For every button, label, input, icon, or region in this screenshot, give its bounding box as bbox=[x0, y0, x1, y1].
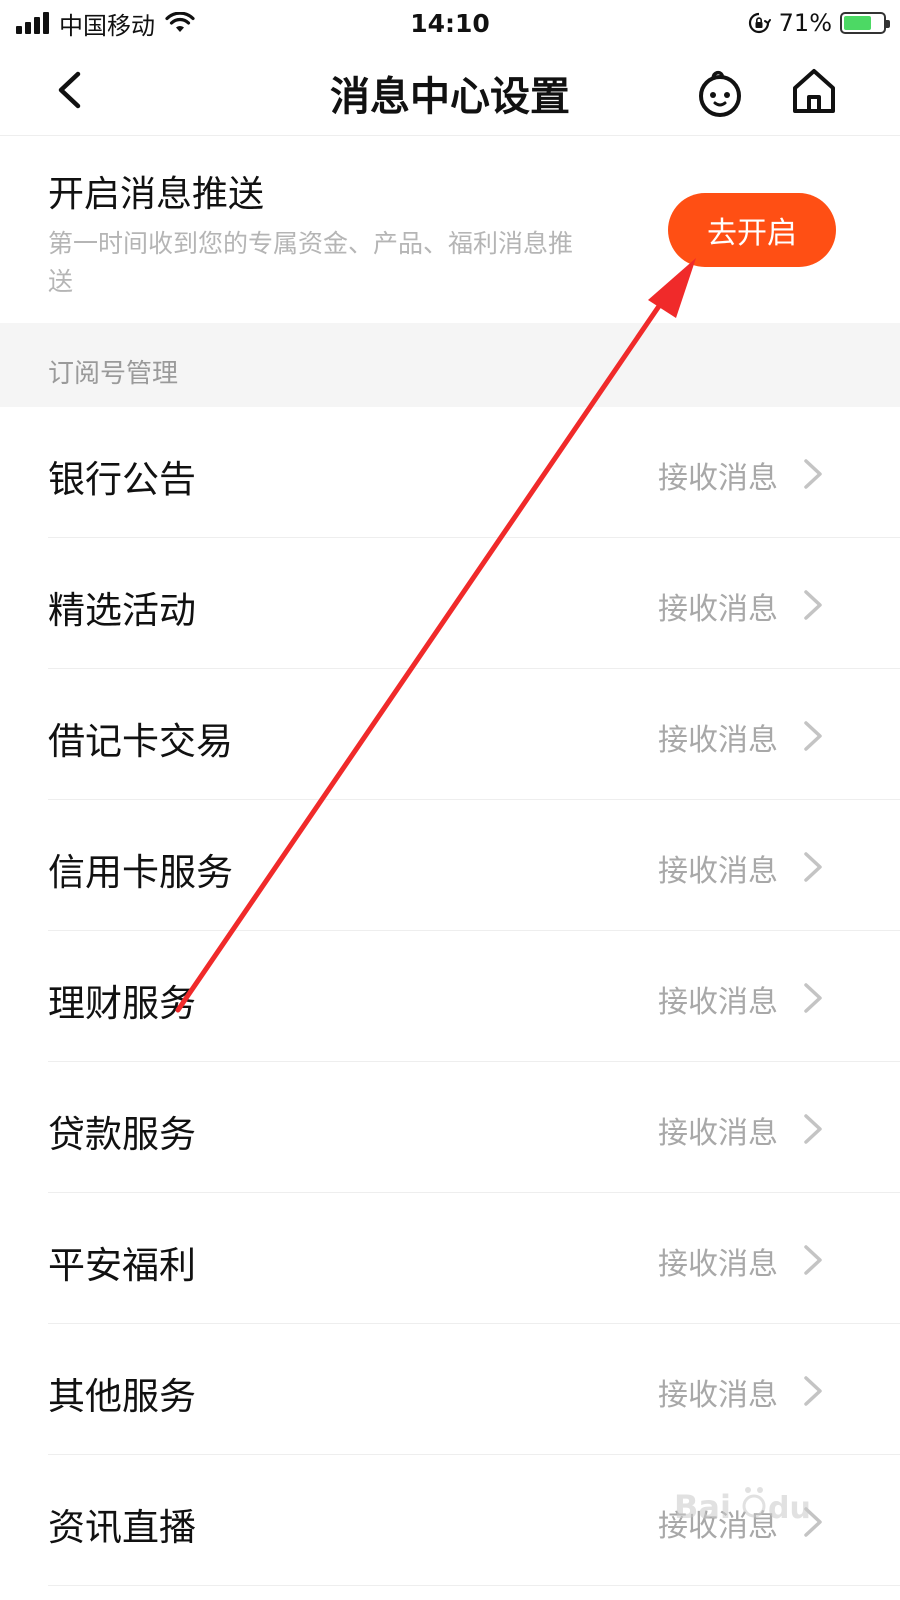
subscription-item-status: 接收消息 bbox=[658, 854, 778, 889]
subscription-item-status: 接收消息 bbox=[658, 1247, 778, 1282]
subscription-item[interactable]: 借记卡交易 接收消息 bbox=[0, 669, 900, 800]
battery-icon bbox=[840, 12, 890, 34]
subscription-item-name: 贷款服务 bbox=[48, 1113, 196, 1156]
subscription-item-status: 接收消息 bbox=[658, 1378, 778, 1413]
chevron-right-icon bbox=[804, 1114, 822, 1144]
subscription-section-header: 订阅号管理 bbox=[0, 323, 900, 407]
subscription-item[interactable]: 平安福利 接收消息 bbox=[0, 1193, 900, 1324]
chevron-right-icon bbox=[804, 852, 822, 882]
subscription-item-name: 借记卡交易 bbox=[48, 720, 233, 763]
chevron-right-icon bbox=[804, 983, 822, 1013]
chevron-right-icon bbox=[804, 721, 822, 751]
enable-push-button[interactable]: 去开启 bbox=[668, 193, 836, 267]
chevron-right-icon bbox=[804, 1245, 822, 1275]
subscription-item[interactable]: 其他服务 接收消息 bbox=[0, 1324, 900, 1455]
subscription-item-status: 接收消息 bbox=[658, 1509, 778, 1544]
push-notification-section: 开启消息推送 第一时间收到您的专属资金、产品、福利消息推送 去开启 bbox=[0, 137, 900, 323]
push-title: 开启消息推送 bbox=[48, 174, 265, 215]
page-title: 消息中心设置 bbox=[330, 74, 570, 120]
status-left: 中国移动 bbox=[16, 6, 195, 41]
chevron-right-icon bbox=[804, 590, 822, 620]
subscription-item-status: 接收消息 bbox=[658, 592, 778, 627]
home-icon[interactable] bbox=[790, 66, 838, 116]
robot-icon[interactable] bbox=[694, 68, 746, 120]
subscription-item-name: 平安福利 bbox=[48, 1244, 196, 1287]
nav-bar: 消息中心设置 bbox=[0, 46, 900, 136]
subscription-item[interactable]: 银行公告 接收消息 bbox=[0, 407, 900, 538]
subscription-item-status: 接收消息 bbox=[658, 723, 778, 758]
subscription-item[interactable]: 信用卡服务 接收消息 bbox=[0, 800, 900, 931]
subscription-item[interactable]: 贷款服务 接收消息 bbox=[0, 1062, 900, 1193]
section-header-label: 订阅号管理 bbox=[48, 359, 179, 389]
subscription-item[interactable]: 精选活动 接收消息 bbox=[0, 538, 900, 669]
subscription-item-name: 精选活动 bbox=[48, 589, 196, 632]
status-bar: 中国移动 14:10 71% bbox=[0, 0, 900, 46]
subscription-item-status: 接收消息 bbox=[658, 1116, 778, 1151]
back-icon[interactable] bbox=[48, 68, 92, 112]
subscription-item[interactable]: 理财服务 接收消息 bbox=[0, 931, 900, 1062]
chevron-right-icon bbox=[804, 1376, 822, 1406]
subscription-item-name: 理财服务 bbox=[48, 982, 196, 1025]
subscription-item[interactable]: 资讯直播 接收消息 bbox=[0, 1455, 900, 1586]
message-center-settings-page: 中国移动 14:10 71% 消息中心设置 开启消息推送 第一时间收到您的专属资… bbox=[0, 0, 900, 1600]
subscription-item-name: 信用卡服务 bbox=[48, 851, 233, 894]
chevron-right-icon bbox=[804, 1507, 822, 1537]
chevron-right-icon bbox=[804, 459, 822, 489]
subscription-item-status: 接收消息 bbox=[658, 461, 778, 496]
rotation-lock-icon bbox=[748, 12, 771, 34]
carrier-label: 中国移动 bbox=[59, 11, 155, 40]
subscription-item-status: 接收消息 bbox=[658, 985, 778, 1020]
wifi-icon bbox=[165, 12, 195, 32]
battery-fill bbox=[844, 16, 871, 30]
subscription-item-name: 银行公告 bbox=[48, 458, 196, 501]
subscription-item-name: 资讯直播 bbox=[48, 1506, 196, 1549]
subscription-list: 银行公告 接收消息 精选活动 接收消息 借记卡交易 接收消息 信用卡服务 接收消息 理财服务 接收… bbox=[0, 407, 900, 1586]
signal-icon bbox=[16, 12, 49, 34]
push-description: 第一时间收到您的专属资金、产品、福利消息推送 bbox=[48, 229, 574, 296]
subscription-item-name: 其他服务 bbox=[48, 1375, 196, 1418]
battery-percent: 71% bbox=[778, 9, 832, 37]
status-right: 71% bbox=[747, 9, 890, 37]
